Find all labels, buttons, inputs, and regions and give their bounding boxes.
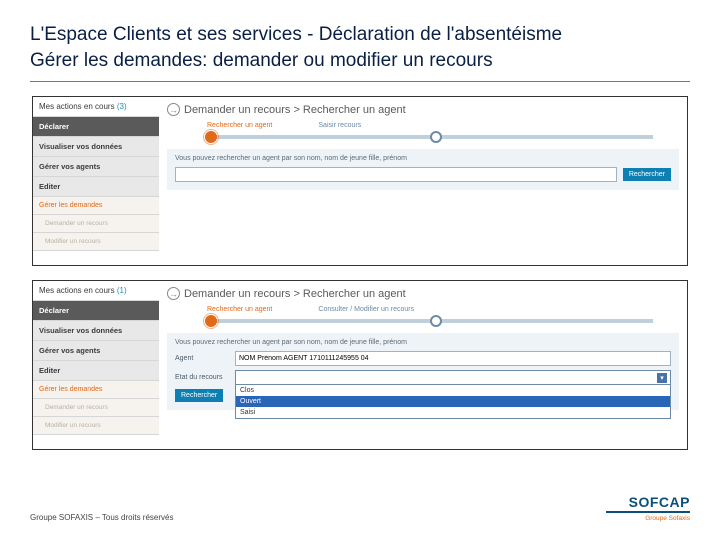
dropdown-menu: Clos Ouvert Saisi	[235, 385, 671, 419]
title-rule	[30, 81, 690, 82]
sidebar-sub-modifier[interactable]: Modifier un recours	[33, 233, 159, 251]
sidebar-sub-demander[interactable]: Demander un recours	[33, 215, 159, 233]
sidebar-sub-modifier[interactable]: Modifier un recours	[33, 417, 159, 435]
sidebar-editer[interactable]: Editer	[33, 177, 159, 197]
breadcrumb: → Demander un recours > Rechercher un ag…	[167, 287, 679, 300]
step-node-2	[430, 315, 442, 327]
logo-brand: SOFCAP	[606, 495, 690, 509]
agent-input[interactable]	[235, 351, 671, 366]
sidebar-visualiser[interactable]: Visualiser vos données	[33, 137, 159, 157]
search-input[interactable]	[175, 167, 617, 182]
sidebar: Mes actions en cours (1) Déclarer Visual…	[33, 281, 159, 449]
sidebar: Mes actions en cours (3) Déclarer Visual…	[33, 97, 159, 265]
arrow-icon: →	[167, 103, 180, 116]
sidebar-sub-demander[interactable]: Demander un recours	[33, 399, 159, 417]
dd-opt-clos[interactable]: Clos	[236, 385, 670, 396]
step-1-label: Rechercher un agent	[207, 306, 272, 313]
breadcrumb: → Demander un recours > Rechercher un ag…	[167, 103, 679, 116]
step-node-1	[205, 315, 217, 327]
search-hint: Vous pouvez rechercher un agent par son …	[175, 339, 671, 346]
step-2-label: Saisir recours	[318, 122, 361, 129]
sidebar-actions[interactable]: Mes actions en cours (1)	[33, 281, 159, 301]
dd-opt-saisi[interactable]: Saisi	[236, 407, 670, 418]
content-top: → Demander un recours > Rechercher un ag…	[159, 97, 687, 265]
screenshot-bottom: Mes actions en cours (1) Déclarer Visual…	[32, 280, 688, 450]
wizard-bar	[207, 319, 653, 323]
logo-sub: Groupe Sofaxis	[606, 515, 690, 522]
slide-title: L'Espace Clients et ses services - Décla…	[30, 22, 690, 73]
step-2-label: Consulter / Modifier un recours	[318, 306, 414, 313]
search-panel: Vous pouvez rechercher un agent par son …	[167, 149, 679, 190]
search-panel: Vous pouvez rechercher un agent par son …	[167, 333, 679, 410]
search-hint: Vous pouvez rechercher un agent par son …	[175, 155, 671, 162]
chevron-down-icon: ▾	[657, 373, 667, 383]
sidebar-visualiser[interactable]: Visualiser vos données	[33, 321, 159, 341]
sidebar-declarer[interactable]: Déclarer	[33, 301, 159, 321]
etat-label: Etat du recours	[175, 374, 227, 381]
search-button[interactable]: Rechercher	[175, 389, 223, 402]
step-1-label: Rechercher un agent	[207, 122, 272, 129]
arrow-icon: →	[167, 287, 180, 300]
sidebar-declarer[interactable]: Déclarer	[33, 117, 159, 137]
sidebar-gerer-agents[interactable]: Gérer vos agents	[33, 157, 159, 177]
dd-opt-ouvert[interactable]: Ouvert	[236, 396, 670, 407]
content-bottom: → Demander un recours > Rechercher un ag…	[159, 281, 687, 449]
etat-dropdown[interactable]: ▾ Clos Ouvert Saisi	[235, 370, 671, 385]
step-node-1	[205, 131, 217, 143]
wizard-bar	[207, 135, 653, 139]
search-button[interactable]: Rechercher	[623, 168, 671, 181]
sidebar-gerer-demandes[interactable]: Gérer les demandes	[33, 381, 159, 399]
sidebar-gerer-agents[interactable]: Gérer vos agents	[33, 341, 159, 361]
step-node-2	[430, 131, 442, 143]
wizard-steps: Rechercher un agent Saisir recours	[207, 122, 679, 129]
agent-label: Agent	[175, 355, 227, 362]
logo: SOFCAP Groupe Sofaxis	[606, 495, 690, 522]
copyright: Groupe SOFAXIS – Tous droits réservés	[30, 513, 173, 522]
screenshot-top: Mes actions en cours (3) Déclarer Visual…	[32, 96, 688, 266]
sidebar-actions[interactable]: Mes actions en cours (3)	[33, 97, 159, 117]
sidebar-editer[interactable]: Editer	[33, 361, 159, 381]
wizard-steps: Rechercher un agent Consulter / Modifier…	[207, 306, 679, 313]
sidebar-gerer-demandes[interactable]: Gérer les demandes	[33, 197, 159, 215]
